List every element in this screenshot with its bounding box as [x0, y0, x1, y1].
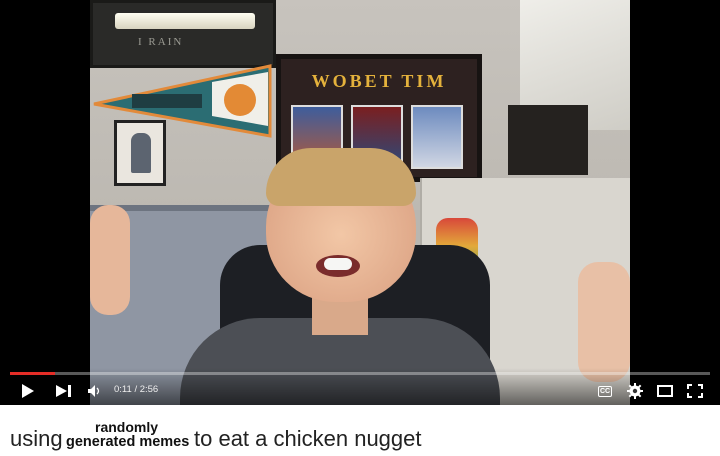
time-separator: / [134, 384, 138, 395]
light-fixture [115, 13, 255, 29]
caption-stack-bottom: generated memes [66, 434, 190, 450]
caption-text-end: to eat a chicken nugget [194, 426, 422, 451]
caption-stack-top: randomly [95, 419, 159, 435]
caption-text-start: using [10, 426, 63, 451]
captions-button[interactable]: CC [594, 380, 616, 402]
play-button[interactable] [16, 380, 40, 402]
duration: 2:56 [139, 384, 159, 395]
right-hand [578, 262, 630, 382]
framed-sign-text: I RAIN [138, 36, 184, 48]
framed-sign: I RAIN [90, 0, 276, 68]
framed-photo [114, 120, 166, 186]
settings-button[interactable] [624, 380, 646, 402]
theater-mode-button[interactable] [654, 380, 676, 402]
video-frame[interactable]: I RAIN WOBET TIM [90, 0, 630, 405]
captions-label: CC [599, 387, 611, 395]
poster-title: WOBET TIM [311, 71, 447, 91]
fullscreen-button[interactable] [684, 380, 706, 402]
video-player[interactable]: I RAIN WOBET TIM 0:11 / 2:56 CC [0, 0, 720, 405]
progress-played [10, 372, 55, 375]
volume-icon [88, 385, 100, 397]
theater-mode-icon [657, 385, 673, 397]
fake-teeth [316, 255, 360, 277]
volume-button[interactable] [84, 380, 104, 402]
next-icon [56, 385, 71, 397]
captions-icon: CC [597, 385, 613, 397]
gear-icon [627, 383, 643, 399]
current-time: 0:11 [114, 384, 132, 395]
left-hand [90, 205, 130, 315]
play-icon [22, 384, 34, 398]
time-display: 0:11 / 2:56 [114, 384, 158, 395]
next-button[interactable] [52, 380, 76, 402]
person-hair [266, 148, 416, 206]
trading-card [411, 105, 463, 169]
dark-box [508, 105, 588, 175]
progress-bar[interactable] [10, 372, 710, 375]
fullscreen-icon [687, 384, 703, 398]
